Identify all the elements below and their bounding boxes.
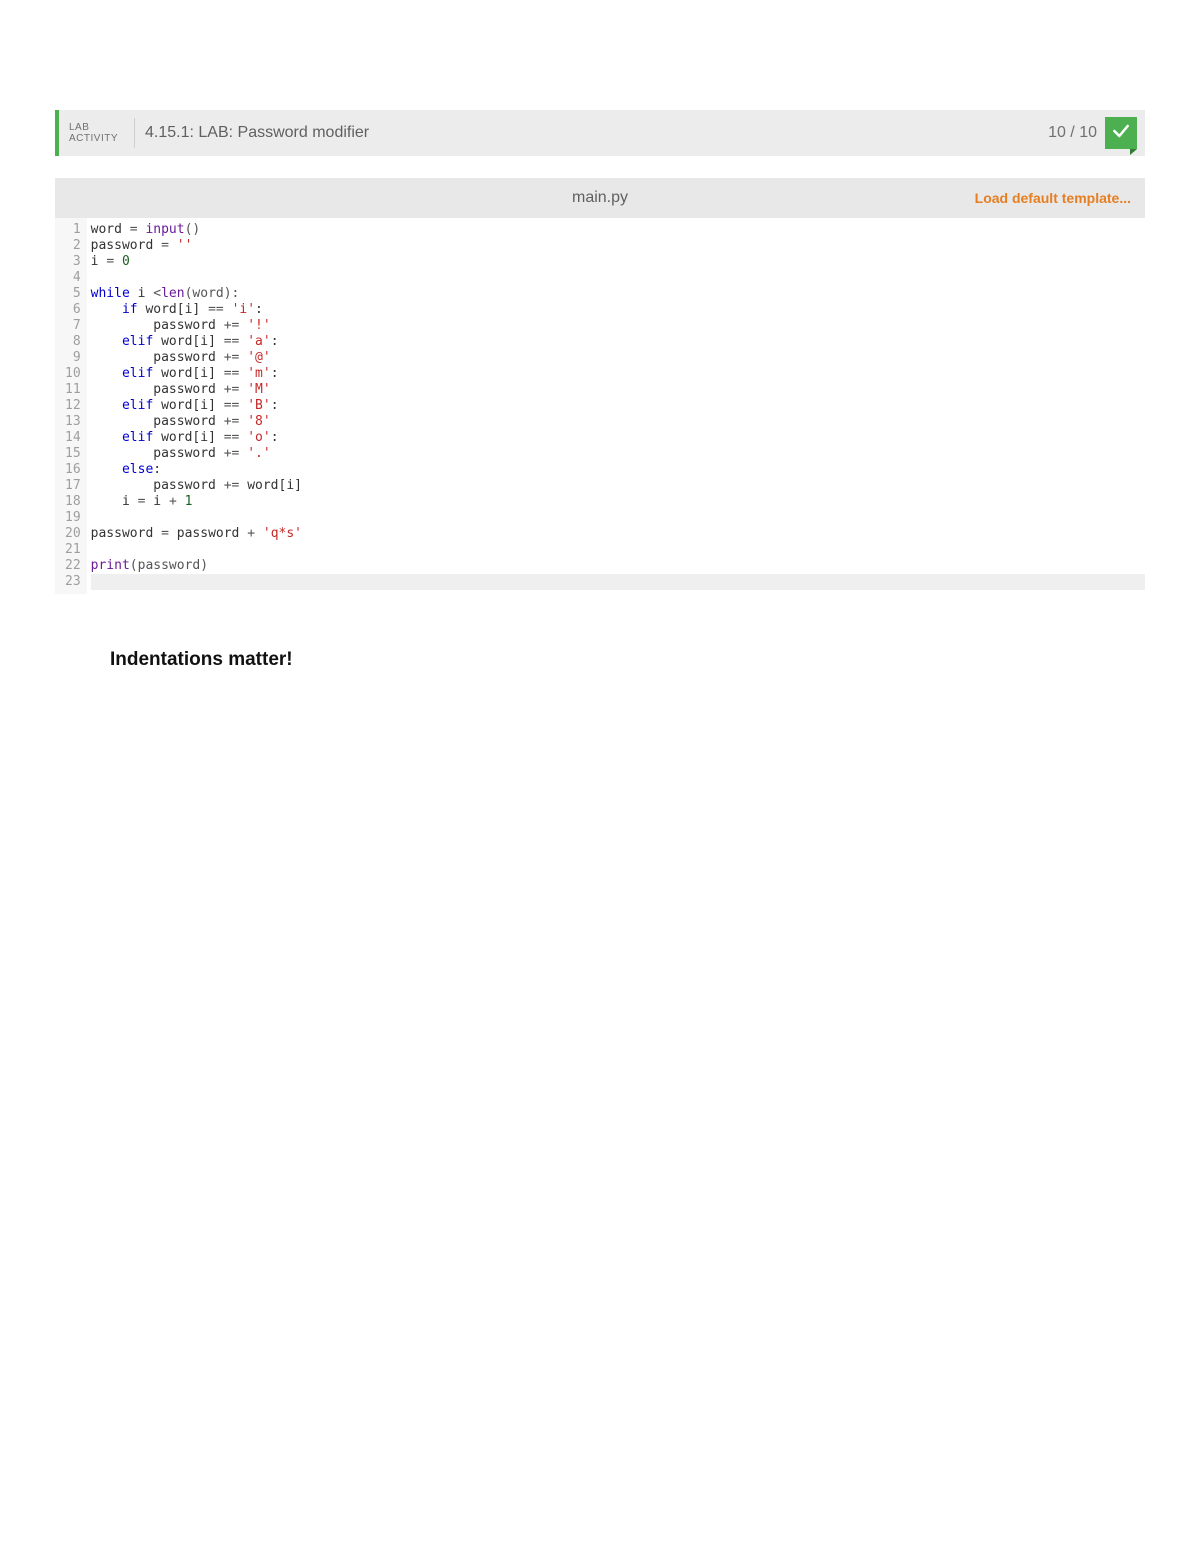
- code-line[interactable]: i = i + 1: [91, 494, 1145, 510]
- divider: [134, 118, 135, 148]
- code-content[interactable]: word = input()password = ''i = 0 while i …: [87, 218, 1145, 594]
- line-number: 2: [65, 238, 81, 254]
- code-line[interactable]: word = input(): [91, 222, 1145, 238]
- badge-line-2: ACTIVITY: [69, 133, 118, 144]
- line-number: 10: [65, 366, 81, 382]
- lab-score: 10 / 10: [1048, 110, 1105, 156]
- code-line[interactable]: password += word[i]: [91, 478, 1145, 494]
- file-bar: main.py Load default template...: [55, 178, 1145, 218]
- code-line[interactable]: [91, 574, 1145, 590]
- line-number: 6: [65, 302, 81, 318]
- code-line[interactable]: while i <len(word):: [91, 286, 1145, 302]
- code-line[interactable]: print(password): [91, 558, 1145, 574]
- line-number: 1: [65, 222, 81, 238]
- line-number: 19: [65, 510, 81, 526]
- lab-panel: LAB ACTIVITY 4.15.1: LAB: Password modif…: [55, 110, 1145, 594]
- code-line[interactable]: password += '!': [91, 318, 1145, 334]
- code-line[interactable]: password += 'M': [91, 382, 1145, 398]
- code-line[interactable]: password += '.': [91, 446, 1145, 462]
- code-editor[interactable]: 1234567891011121314151617181920212223 wo…: [55, 218, 1145, 594]
- line-number: 13: [65, 414, 81, 430]
- line-number-gutter: 1234567891011121314151617181920212223: [55, 218, 87, 594]
- file-name: main.py: [572, 189, 628, 207]
- line-number: 14: [65, 430, 81, 446]
- code-line[interactable]: elif word[i] == 'm':: [91, 366, 1145, 382]
- code-line[interactable]: [91, 542, 1145, 558]
- code-line[interactable]: else:: [91, 462, 1145, 478]
- line-number: 15: [65, 446, 81, 462]
- line-number: 18: [65, 494, 81, 510]
- check-icon: [1111, 121, 1131, 146]
- code-line[interactable]: elif word[i] == 'o':: [91, 430, 1145, 446]
- code-line[interactable]: [91, 510, 1145, 526]
- code-line[interactable]: i = 0: [91, 254, 1145, 270]
- line-number: 9: [65, 350, 81, 366]
- lab-header: LAB ACTIVITY 4.15.1: LAB: Password modif…: [55, 110, 1145, 156]
- code-line[interactable]: password += '@': [91, 350, 1145, 366]
- line-number: 22: [65, 558, 81, 574]
- badge-line-1: LAB: [69, 122, 118, 133]
- code-line[interactable]: password += '8': [91, 414, 1145, 430]
- code-line[interactable]: password = password + 'q*s': [91, 526, 1145, 542]
- line-number: 3: [65, 254, 81, 270]
- line-number: 7: [65, 318, 81, 334]
- code-line[interactable]: elif word[i] == 'B':: [91, 398, 1145, 414]
- caption-text: Indentations matter!: [110, 649, 1145, 671]
- line-number: 11: [65, 382, 81, 398]
- code-line[interactable]: if word[i] == 'i':: [91, 302, 1145, 318]
- line-number: 12: [65, 398, 81, 414]
- line-number: 5: [65, 286, 81, 302]
- spacer: [55, 156, 1145, 178]
- line-number: 16: [65, 462, 81, 478]
- line-number: 4: [65, 270, 81, 286]
- lab-activity-badge: LAB ACTIVITY: [59, 110, 128, 156]
- code-line[interactable]: [91, 270, 1145, 286]
- status-check-badge: [1105, 117, 1137, 149]
- load-default-template-link[interactable]: Load default template...: [975, 190, 1131, 206]
- line-number: 17: [65, 478, 81, 494]
- line-number: 8: [65, 334, 81, 350]
- code-line[interactable]: password = '': [91, 238, 1145, 254]
- line-number: 20: [65, 526, 81, 542]
- line-number: 23: [65, 574, 81, 590]
- lab-title: 4.15.1: LAB: Password modifier: [141, 110, 1048, 156]
- page: LAB ACTIVITY 4.15.1: LAB: Password modif…: [0, 0, 1200, 1553]
- line-number: 21: [65, 542, 81, 558]
- code-line[interactable]: elif word[i] == 'a':: [91, 334, 1145, 350]
